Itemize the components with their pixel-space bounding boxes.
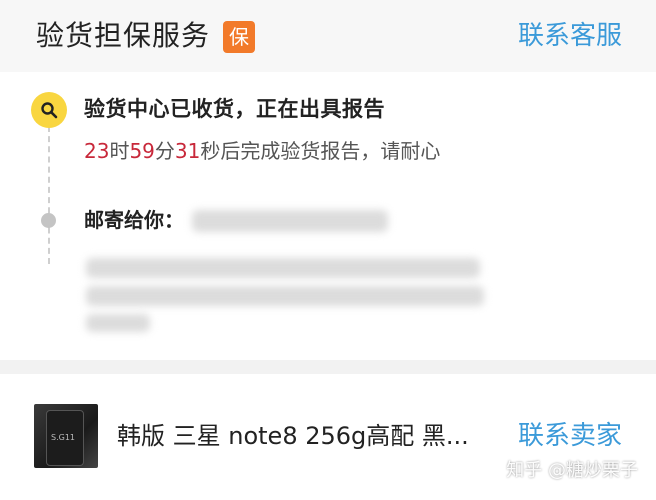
recipient-name-redacted bbox=[192, 210, 388, 232]
phone-screen-text: S.G11 bbox=[51, 433, 75, 442]
product-row[interactable]: S.G11 韩版 三星 note8 256g高配 黑... 联系卖家 知乎 @糖… bbox=[0, 374, 656, 500]
countdown-minutes: 59 bbox=[129, 139, 155, 163]
header-bar: 验货担保服务 保 联系客服 bbox=[0, 0, 656, 72]
contact-seller-link[interactable]: 联系卖家 bbox=[518, 420, 622, 452]
inspection-status-title: 验货中心已收货，正在出具报告 bbox=[84, 97, 385, 121]
timeline-step-dot bbox=[41, 213, 56, 228]
section-divider bbox=[0, 360, 656, 374]
countdown-minute-unit: 分 bbox=[154, 139, 175, 163]
product-thumbnail[interactable]: S.G11 bbox=[34, 404, 98, 468]
address-line-redacted bbox=[86, 314, 150, 332]
inspection-countdown: 23时59分31秒后完成验货报告，请耐心 bbox=[84, 136, 440, 166]
product-title[interactable]: 韩版 三星 note8 256g高配 黑... bbox=[117, 420, 469, 452]
search-icon bbox=[31, 92, 67, 128]
inspection-timeline: 验货中心已收货，正在出具报告 23时59分31秒后完成验货报告，请耐心 邮寄给你… bbox=[0, 72, 656, 360]
countdown-suffix: 秒后完成验货报告，请耐心 bbox=[200, 139, 441, 163]
contact-service-link[interactable]: 联系客服 bbox=[518, 14, 622, 58]
guarantee-badge: 保 bbox=[223, 21, 255, 53]
page-title: 验货担保服务 bbox=[36, 19, 211, 52]
countdown-seconds: 31 bbox=[174, 139, 201, 163]
mail-to-label: 邮寄给你： bbox=[84, 208, 184, 232]
watermark-text: 知乎 @糖炒栗子 bbox=[506, 460, 638, 481]
countdown-hours: 23 bbox=[84, 139, 110, 163]
countdown-hour-unit: 时 bbox=[109, 139, 130, 163]
address-line-redacted bbox=[86, 286, 484, 306]
phone-image: S.G11 bbox=[46, 410, 84, 466]
address-line-redacted bbox=[86, 258, 480, 278]
timeline-connector bbox=[48, 126, 50, 264]
